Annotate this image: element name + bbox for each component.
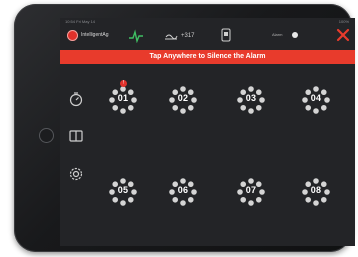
sensor-number: 03 bbox=[245, 93, 257, 103]
app-screen: 10:54 Fri May 14 100% IntelligentAg +317 bbox=[60, 18, 355, 246]
battery-indicator: 100% bbox=[338, 19, 349, 24]
gear-icon[interactable] bbox=[68, 166, 84, 182]
app-header: IntelligentAg +317 Alarm bbox=[60, 26, 355, 46]
sensor-number: 01 bbox=[117, 93, 129, 103]
status-time: 10:54 Fri May 14 bbox=[65, 19, 96, 24]
home-button[interactable] bbox=[39, 128, 54, 143]
device-icon[interactable] bbox=[220, 28, 232, 42]
sensor-tile[interactable]: 08 bbox=[300, 176, 332, 208]
sensor-tile[interactable]: 05 bbox=[107, 176, 139, 208]
sensor-tile[interactable]: 01! bbox=[107, 80, 139, 116]
sensor-tile[interactable]: 04 bbox=[300, 84, 332, 116]
sensor-number: 04 bbox=[310, 93, 322, 103]
temperature-icon bbox=[165, 34, 178, 40]
brand-name: IntelligentAg bbox=[81, 32, 109, 38]
temperature-value: +317 bbox=[181, 33, 195, 39]
tablet-frame: 10:54 Fri May 14 100% IntelligentAg +317 bbox=[14, 4, 355, 252]
timer-icon[interactable] bbox=[68, 91, 84, 107]
close-icon[interactable] bbox=[335, 27, 351, 43]
sensor-tile[interactable]: 02 bbox=[167, 84, 199, 116]
status-bar: 10:54 Fri May 14 100% bbox=[60, 18, 355, 26]
sensor-number: 07 bbox=[245, 185, 257, 195]
sensor-number: 05 bbox=[117, 185, 129, 195]
sensor-number: 08 bbox=[310, 185, 322, 195]
heart-rate-icon[interactable] bbox=[128, 29, 144, 43]
book-icon[interactable] bbox=[68, 128, 84, 144]
sensor-tile[interactable]: 06 bbox=[167, 176, 199, 208]
sensor-tile[interactable]: 07 bbox=[235, 176, 267, 208]
temperature-readout: +317 bbox=[164, 29, 200, 43]
sensor-tile[interactable]: 03 bbox=[235, 84, 267, 116]
silence-alarm-banner[interactable]: Tap Anywhere to Silence the Alarm bbox=[60, 50, 355, 64]
alarm-label: Alarm bbox=[272, 32, 283, 37]
logo-icon bbox=[67, 30, 78, 41]
sensor-number: 06 bbox=[177, 185, 189, 195]
alarm-toggle[interactable] bbox=[292, 32, 298, 38]
sensor-number: 02 bbox=[177, 93, 189, 103]
alert-badge: ! bbox=[120, 80, 127, 87]
alarm-toggle-group: Alarm bbox=[272, 31, 302, 41]
